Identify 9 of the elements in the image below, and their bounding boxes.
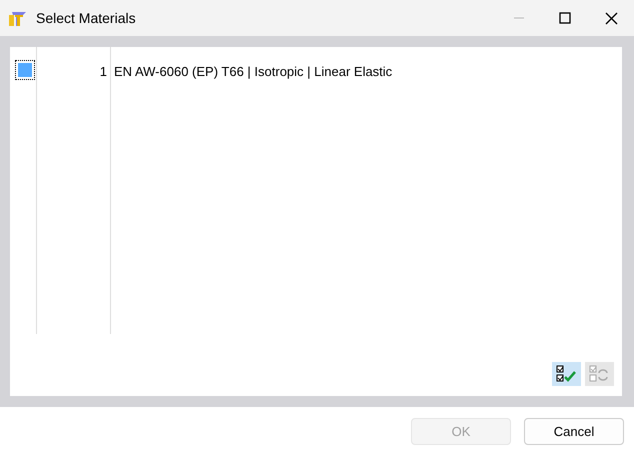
color-swatch[interactable] bbox=[18, 63, 32, 77]
select-all-button[interactable] bbox=[552, 362, 581, 386]
material-name[interactable]: EN AW-6060 (EP) T66 | Isotropic | Linear Elastic bbox=[111, 47, 618, 334]
cancel-button[interactable]: Cancel bbox=[524, 418, 624, 445]
checklist-swap-icon bbox=[588, 364, 610, 384]
row-number: 1 bbox=[37, 47, 111, 334]
app-logo-icon bbox=[8, 9, 28, 27]
window-title: Select Materials bbox=[36, 10, 136, 26]
checklist-tick-icon bbox=[556, 364, 578, 384]
